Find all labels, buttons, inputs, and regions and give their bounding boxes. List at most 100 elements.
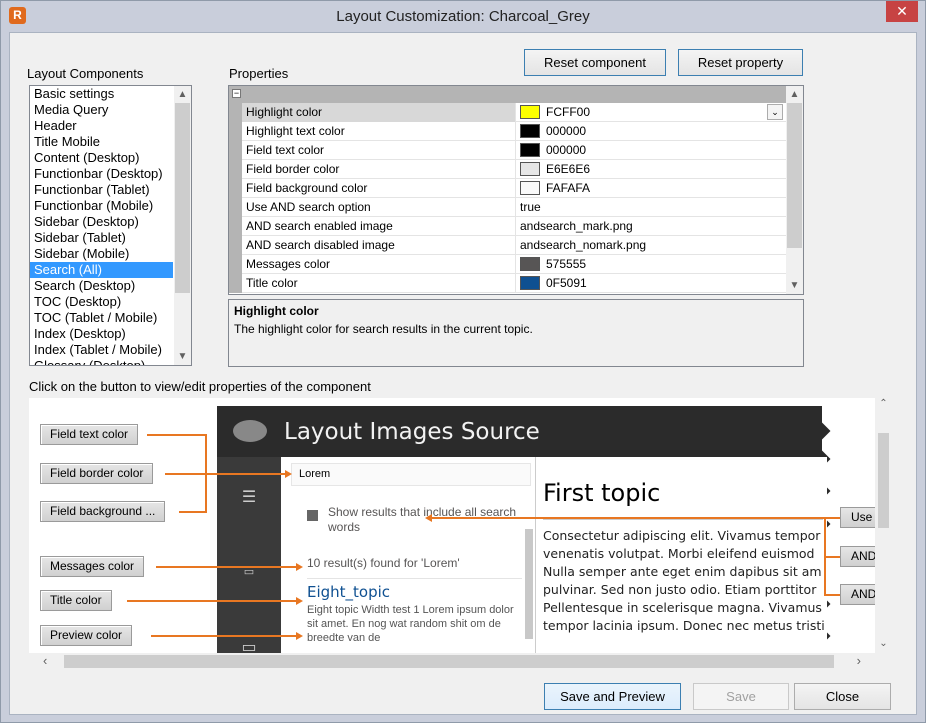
scroll-thumb[interactable] bbox=[787, 103, 802, 248]
property-row[interactable]: Highlight text color 000000 bbox=[229, 122, 803, 141]
property-value[interactable]: 000000 bbox=[517, 141, 785, 160]
component-item[interactable]: Content (Desktop) bbox=[30, 150, 173, 166]
preview-field-background-button[interactable]: Field background ... bbox=[40, 501, 166, 522]
property-value[interactable]: 575555 bbox=[517, 255, 785, 274]
scroll-right-icon[interactable]: › bbox=[857, 653, 861, 668]
close-button[interactable]: Close bbox=[794, 683, 891, 710]
property-name[interactable]: AND search disabled image bbox=[242, 236, 516, 255]
property-name[interactable]: Field text color bbox=[242, 141, 516, 160]
components-scrollbar[interactable]: ▲ ▼ bbox=[174, 86, 191, 365]
preview-title-color-button[interactable]: Title color bbox=[40, 590, 112, 611]
property-row[interactable]: Use AND search option true bbox=[229, 198, 803, 217]
property-name[interactable]: Highlight color bbox=[242, 103, 516, 122]
preview-use-and-search-button[interactable]: Use bbox=[840, 507, 875, 528]
component-item[interactable]: Title Mobile bbox=[30, 134, 173, 150]
preview-and-disabled-button[interactable]: AND bbox=[840, 584, 875, 605]
component-item[interactable]: Sidebar (Tablet) bbox=[30, 230, 173, 246]
preview-header[interactable]: Layout Images Source bbox=[217, 406, 822, 457]
property-name[interactable]: Field border color bbox=[242, 160, 516, 179]
component-item[interactable]: Sidebar (Desktop) bbox=[30, 214, 173, 230]
property-name[interactable]: AND search enabled image bbox=[242, 217, 516, 236]
component-item[interactable]: Index (Tablet / Mobile) bbox=[30, 342, 173, 358]
scroll-up-icon[interactable]: ▲ bbox=[786, 86, 803, 103]
property-row[interactable]: Field text color 000000 bbox=[229, 141, 803, 160]
properties-scrollbar[interactable]: ▲ ▼ bbox=[786, 86, 803, 294]
save-button[interactable]: Save bbox=[693, 683, 789, 710]
property-name[interactable]: Title color bbox=[242, 274, 516, 293]
and-search-checkbox[interactable] bbox=[307, 510, 318, 521]
connector-line bbox=[156, 566, 296, 568]
scroll-down-icon[interactable]: ▼ bbox=[786, 277, 803, 294]
preview-field-text-color-button[interactable]: Field text color bbox=[40, 424, 139, 445]
collapse-icon[interactable]: − bbox=[232, 89, 241, 98]
component-item[interactable]: Functionbar (Tablet) bbox=[30, 182, 173, 198]
property-gutter bbox=[229, 141, 242, 160]
scroll-thumb[interactable] bbox=[175, 103, 190, 293]
scroll-down-icon[interactable]: ▼ bbox=[174, 348, 191, 365]
content-divider bbox=[543, 519, 823, 520]
preview-search-pane: Lorem Show results that include all sear… bbox=[281, 457, 536, 653]
preview-and-enabled-button[interactable]: AND bbox=[840, 546, 875, 567]
component-item[interactable]: Basic settings bbox=[30, 86, 173, 102]
component-item[interactable]: Sidebar (Mobile) bbox=[30, 246, 173, 262]
scroll-down-icon[interactable]: ⌄ bbox=[875, 638, 892, 649]
property-value[interactable]: 000000 bbox=[517, 122, 785, 141]
property-value[interactable]: FAFAFA bbox=[517, 179, 785, 198]
preview-hscrollbar[interactable]: ‹ › bbox=[29, 653, 875, 670]
connector-line bbox=[205, 473, 285, 475]
connector-line bbox=[824, 594, 840, 596]
property-row[interactable]: Messages color 575555 bbox=[229, 255, 803, 274]
save-and-preview-button[interactable]: Save and Preview bbox=[544, 683, 681, 710]
component-item[interactable]: Media Query bbox=[30, 102, 173, 118]
property-row[interactable]: Field background color FAFAFA bbox=[229, 179, 803, 198]
scroll-left-icon[interactable]: ‹ bbox=[43, 653, 47, 668]
property-row[interactable]: AND search disabled image andsearch_nomar… bbox=[229, 236, 803, 255]
component-item[interactable]: Functionbar (Mobile) bbox=[30, 198, 173, 214]
component-item[interactable]: TOC (Tablet / Mobile) bbox=[30, 310, 173, 326]
property-value[interactable]: true bbox=[517, 198, 785, 217]
scroll-thumb[interactable] bbox=[878, 433, 889, 528]
property-row[interactable]: AND search enabled image andsearch_mark.p… bbox=[229, 217, 803, 236]
property-value[interactable]: andsearch_nomark.png bbox=[517, 236, 785, 255]
reset-component-button[interactable]: Reset component bbox=[524, 49, 666, 76]
scroll-up-icon[interactable]: ⌃ bbox=[875, 398, 892, 409]
property-value[interactable]: andsearch_mark.png bbox=[517, 217, 785, 236]
close-window-button[interactable]: ✕ bbox=[886, 1, 918, 22]
property-name[interactable]: Messages color bbox=[242, 255, 516, 274]
component-item[interactable]: Search (All) bbox=[30, 262, 173, 278]
preview-preview-color-button[interactable]: Preview color bbox=[40, 625, 133, 646]
glossary-icon[interactable]: ▭ bbox=[239, 637, 259, 653]
property-grid[interactable]: − Highlight color FCFF00 ⌄ Highlight text c… bbox=[228, 85, 804, 295]
property-value[interactable]: E6E6E6 bbox=[517, 160, 785, 179]
arrowhead-icon bbox=[425, 514, 432, 522]
components-listbox[interactable]: Basic settings Media Query Header Title Mob… bbox=[29, 85, 192, 366]
connector-line bbox=[824, 556, 840, 558]
scroll-up-icon[interactable]: ▲ bbox=[174, 86, 191, 103]
scroll-thumb[interactable] bbox=[64, 655, 834, 668]
property-row[interactable]: Field border color E6E6E6 bbox=[229, 160, 803, 179]
preview-search-field[interactable]: Lorem bbox=[291, 463, 531, 486]
property-name[interactable]: Use AND search option bbox=[242, 198, 516, 217]
property-value[interactable]: FCFF00 ⌄ bbox=[517, 103, 785, 122]
result-title[interactable]: Eight_topic bbox=[307, 583, 390, 601]
property-name[interactable]: Field background color bbox=[242, 179, 516, 198]
preview-vscrollbar[interactable]: ⌃ ⌄ bbox=[875, 398, 892, 653]
list-icon[interactable]: ☰ bbox=[239, 487, 259, 507]
component-item[interactable]: Index (Desktop) bbox=[30, 326, 173, 342]
property-row[interactable]: Highlight color FCFF00 ⌄ bbox=[229, 103, 803, 122]
dropdown-arrow-icon[interactable]: ⌄ bbox=[767, 104, 783, 120]
component-item[interactable]: Functionbar (Desktop) bbox=[30, 166, 173, 182]
property-value[interactable]: 0F5091 bbox=[517, 274, 785, 293]
component-item[interactable]: Header bbox=[30, 118, 173, 134]
preview-messages-color-button[interactable]: Messages color bbox=[40, 556, 145, 577]
component-item[interactable]: Search (Desktop) bbox=[30, 278, 173, 294]
search-pane-scrollbar[interactable] bbox=[525, 529, 533, 639]
title-bar[interactable]: R Layout Customization: Charcoal_Grey ✕ bbox=[1, 1, 925, 32]
property-row[interactable]: Title color 0F5091 bbox=[229, 274, 803, 293]
preview-field-border-color-button[interactable]: Field border color bbox=[40, 463, 154, 484]
property-name[interactable]: Highlight text color bbox=[242, 122, 516, 141]
reset-property-button[interactable]: Reset property bbox=[678, 49, 803, 76]
component-item[interactable]: TOC (Desktop) bbox=[30, 294, 173, 310]
logo-icon bbox=[233, 420, 267, 442]
component-item[interactable]: Glossary (Desktop) bbox=[30, 358, 173, 365]
